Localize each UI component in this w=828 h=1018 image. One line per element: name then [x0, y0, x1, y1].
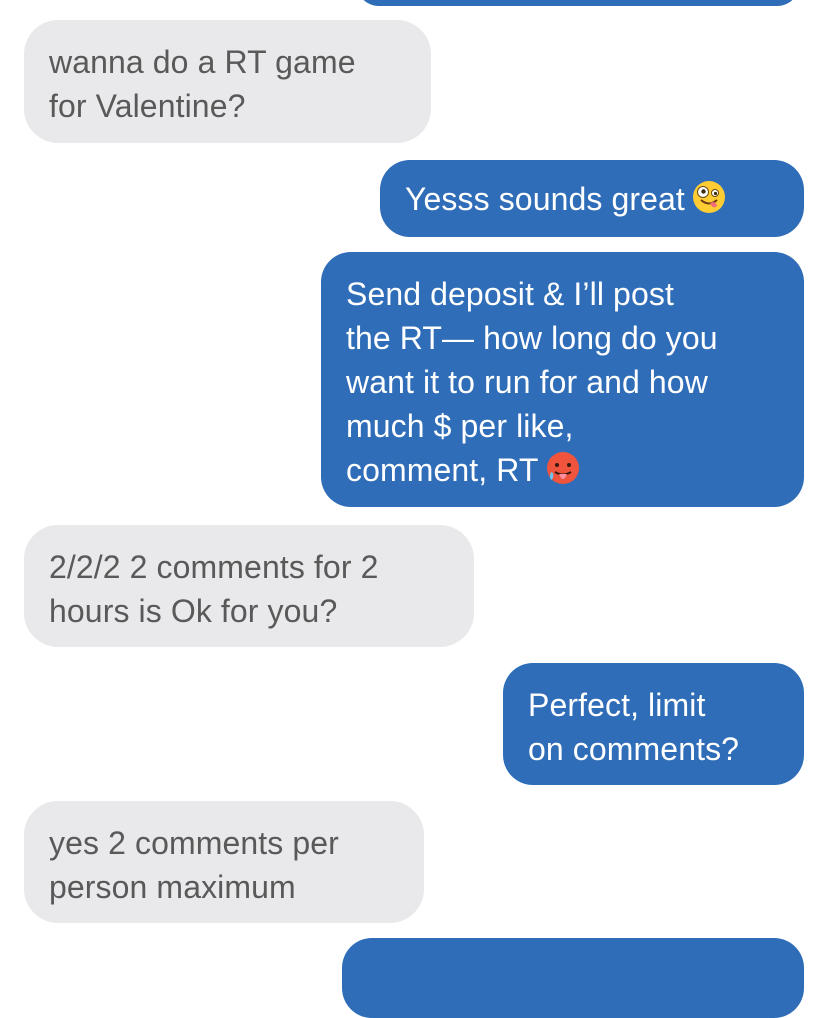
message-bubble-outgoing[interactable]: Send deposit & I’ll post the RT— how lon… [321, 252, 804, 507]
message-text-line: the RT— how long do you [346, 320, 718, 356]
message-bubble-outgoing[interactable]: Perfect, limit on comments? [503, 663, 804, 785]
message-bubble-outgoing-partial-top[interactable] [356, 0, 800, 6]
message-bubble-incoming[interactable]: wanna do a RT game for Valentine? [24, 20, 431, 143]
chat-screen: { "conversation": { "msg1": { "lines": [… [0, 0, 828, 1018]
message-text-line: Perfect, limit [528, 687, 706, 723]
hot-face-emoji-icon [546, 452, 579, 484]
message-text-line: Yesss sounds great [405, 177, 804, 221]
message-text-line: want it to run for and how [346, 364, 708, 400]
message-text-line: yes 2 comments per [49, 825, 339, 861]
message-text-line: hours is Ok for you? [49, 593, 338, 629]
message-bubble-outgoing[interactable]: Yesss sounds great [380, 160, 804, 237]
message-text-line: 2/2/2 2 comments for 2 [49, 549, 379, 585]
message-text-line: wanna do a RT game [49, 44, 356, 80]
message-text-line: for Valentine? [49, 88, 246, 124]
message-text-line: Send deposit & I’ll post [346, 276, 674, 312]
message-bubble-incoming[interactable]: yes 2 comments per person maximum [24, 801, 424, 923]
zany-face-emoji-icon [692, 181, 725, 213]
message-text-line: much $ per like, [346, 408, 574, 444]
message-bubble-outgoing-partial-bottom[interactable] [342, 938, 804, 1018]
message-text-line: person maximum [49, 869, 296, 905]
message-text-line: on comments? [528, 731, 740, 767]
message-text-line: comment, RT [346, 448, 804, 492]
message-bubble-incoming[interactable]: 2/2/2 2 comments for 2 hours is Ok for y… [24, 525, 474, 647]
